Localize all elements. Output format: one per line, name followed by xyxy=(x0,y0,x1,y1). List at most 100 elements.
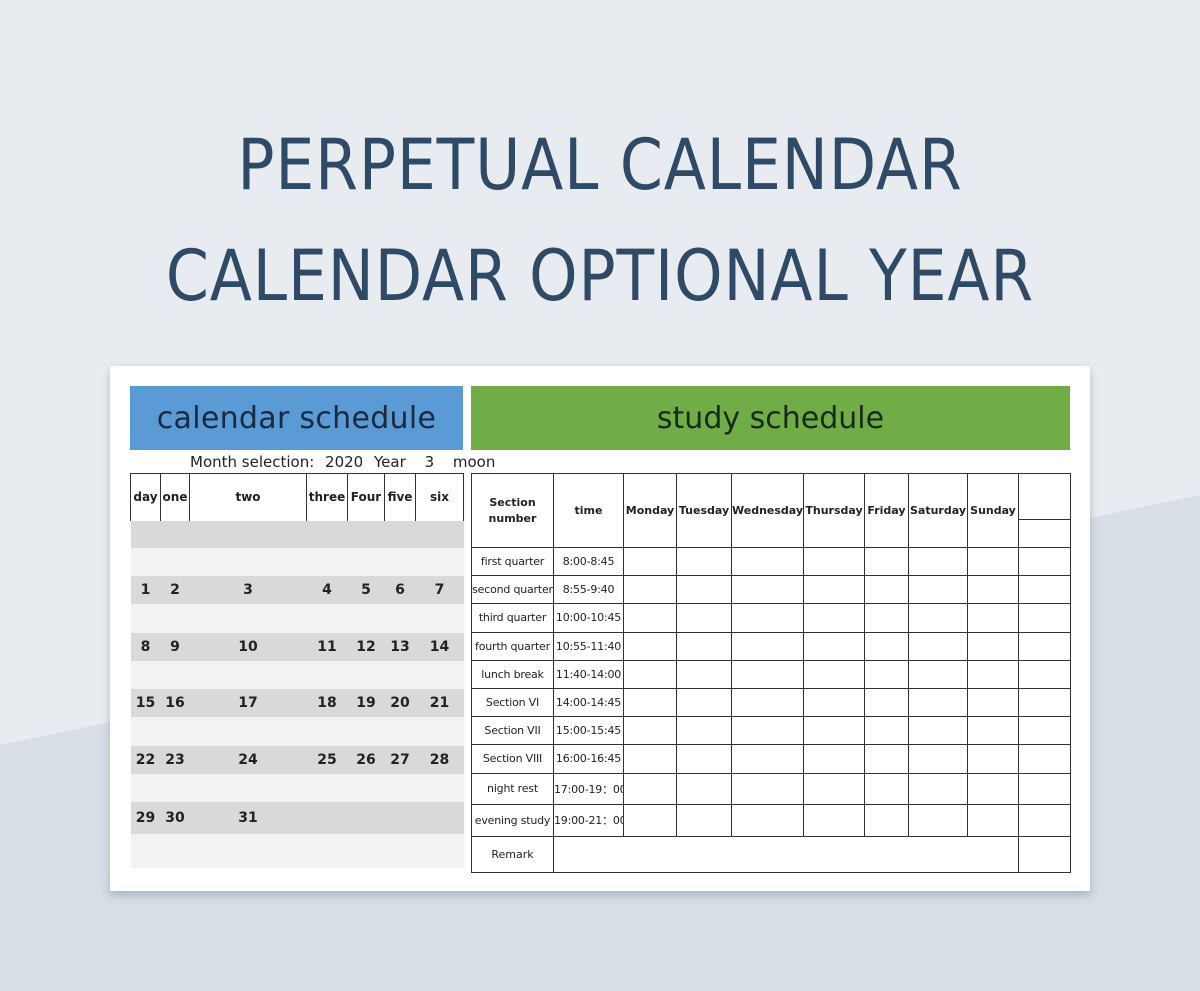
schedule-cell-extra[interactable] xyxy=(1018,716,1071,746)
schedule-cell-extra[interactable] xyxy=(1018,687,1071,718)
schedule-cell-tuesday[interactable] xyxy=(676,804,732,837)
calendar-day-cell[interactable]: 26 xyxy=(347,745,385,774)
calendar-day-cell[interactable]: 12 xyxy=(347,632,385,661)
schedule-cell-thursday[interactable] xyxy=(803,546,865,577)
extra-header-cell-top[interactable] xyxy=(1018,473,1071,520)
schedule-cell-tuesday[interactable] xyxy=(676,631,732,661)
calendar-day-cell[interactable] xyxy=(347,520,385,548)
schedule-cell-friday[interactable] xyxy=(864,804,909,837)
calendar-day-cell[interactable]: 3 xyxy=(189,576,307,604)
schedule-cell-saturday[interactable] xyxy=(908,603,968,633)
schedule-cell-sunday[interactable] xyxy=(967,744,1019,774)
schedule-cell-monday[interactable] xyxy=(623,687,677,718)
calendar-day-cell[interactable]: 4 xyxy=(306,576,348,604)
remark-extra-cell[interactable] xyxy=(1018,835,1071,873)
year-value[interactable]: 2020 xyxy=(325,453,363,471)
schedule-cell-saturday[interactable] xyxy=(908,575,968,605)
calendar-day-cell[interactable] xyxy=(384,520,416,548)
calendar-day-cell[interactable]: 20 xyxy=(384,689,416,717)
calendar-day-cell[interactable] xyxy=(415,802,464,834)
calendar-day-cell[interactable]: 17 xyxy=(189,689,307,717)
calendar-day-cell[interactable]: 27 xyxy=(384,745,416,774)
schedule-cell-saturday[interactable] xyxy=(908,631,968,661)
schedule-cell-tuesday[interactable] xyxy=(676,744,732,774)
schedule-cell-extra[interactable] xyxy=(1018,631,1071,661)
schedule-cell-wednesday[interactable] xyxy=(731,631,804,661)
schedule-cell-friday[interactable] xyxy=(864,716,909,746)
schedule-cell-thursday[interactable] xyxy=(803,575,865,605)
calendar-day-cell[interactable]: 7 xyxy=(415,576,464,604)
schedule-cell-saturday[interactable] xyxy=(908,687,968,718)
calendar-day-cell[interactable]: 23 xyxy=(160,745,190,774)
schedule-cell-monday[interactable] xyxy=(623,744,677,774)
calendar-day-cell[interactable]: 6 xyxy=(384,576,416,604)
schedule-cell-tuesday[interactable] xyxy=(676,546,732,577)
calendar-day-cell[interactable]: 10 xyxy=(189,632,307,661)
schedule-cell-tuesday[interactable] xyxy=(676,716,732,746)
schedule-cell-sunday[interactable] xyxy=(967,716,1019,746)
schedule-cell-friday[interactable] xyxy=(864,546,909,577)
schedule-cell-thursday[interactable] xyxy=(803,603,865,633)
schedule-cell-sunday[interactable] xyxy=(967,631,1019,661)
calendar-day-cell[interactable]: 2 xyxy=(160,576,190,604)
schedule-cell-wednesday[interactable] xyxy=(731,744,804,774)
schedule-cell-extra[interactable] xyxy=(1018,575,1071,605)
schedule-cell-extra[interactable] xyxy=(1018,744,1071,774)
extra-header-cell-bottom[interactable] xyxy=(1018,519,1071,548)
calendar-day-cell[interactable] xyxy=(130,520,161,548)
schedule-cell-monday[interactable] xyxy=(623,772,677,805)
schedule-cell-monday[interactable] xyxy=(623,546,677,577)
schedule-cell-sunday[interactable] xyxy=(967,546,1019,577)
calendar-day-cell[interactable]: 1 xyxy=(130,576,161,604)
schedule-cell-saturday[interactable] xyxy=(908,772,968,805)
schedule-cell-extra[interactable] xyxy=(1018,772,1071,805)
schedule-cell-sunday[interactable] xyxy=(967,575,1019,605)
schedule-cell-thursday[interactable] xyxy=(803,804,865,837)
schedule-cell-wednesday[interactable] xyxy=(731,659,804,689)
calendar-day-cell[interactable]: 18 xyxy=(306,689,348,717)
calendar-day-cell[interactable]: 11 xyxy=(306,632,348,661)
calendar-day-cell[interactable]: 15 xyxy=(130,689,161,717)
calendar-day-cell[interactable] xyxy=(160,520,190,548)
calendar-day-cell[interactable] xyxy=(189,520,307,548)
schedule-cell-sunday[interactable] xyxy=(967,687,1019,718)
calendar-day-cell[interactable] xyxy=(415,520,464,548)
schedule-cell-friday[interactable] xyxy=(864,603,909,633)
schedule-cell-thursday[interactable] xyxy=(803,772,865,805)
calendar-day-cell[interactable]: 13 xyxy=(384,632,416,661)
schedule-cell-tuesday[interactable] xyxy=(676,687,732,718)
schedule-cell-wednesday[interactable] xyxy=(731,716,804,746)
schedule-cell-sunday[interactable] xyxy=(967,804,1019,837)
schedule-cell-monday[interactable] xyxy=(623,575,677,605)
calendar-day-cell[interactable] xyxy=(306,520,348,548)
calendar-day-cell[interactable]: 31 xyxy=(189,802,307,834)
schedule-cell-saturday[interactable] xyxy=(908,804,968,837)
schedule-cell-thursday[interactable] xyxy=(803,631,865,661)
schedule-cell-sunday[interactable] xyxy=(967,603,1019,633)
calendar-day-cell[interactable]: 25 xyxy=(306,745,348,774)
schedule-cell-tuesday[interactable] xyxy=(676,603,732,633)
schedule-cell-sunday[interactable] xyxy=(967,772,1019,805)
schedule-cell-thursday[interactable] xyxy=(803,659,865,689)
schedule-cell-extra[interactable] xyxy=(1018,804,1071,837)
calendar-day-cell[interactable]: 22 xyxy=(130,745,161,774)
schedule-cell-saturday[interactable] xyxy=(908,546,968,577)
schedule-cell-tuesday[interactable] xyxy=(676,575,732,605)
schedule-cell-saturday[interactable] xyxy=(908,659,968,689)
schedule-cell-friday[interactable] xyxy=(864,631,909,661)
calendar-day-cell[interactable] xyxy=(347,802,385,834)
schedule-cell-wednesday[interactable] xyxy=(731,546,804,577)
calendar-day-cell[interactable]: 8 xyxy=(130,632,161,661)
schedule-cell-thursday[interactable] xyxy=(803,687,865,718)
schedule-cell-extra[interactable] xyxy=(1018,603,1071,633)
calendar-day-cell[interactable]: 24 xyxy=(189,745,307,774)
schedule-cell-wednesday[interactable] xyxy=(731,687,804,718)
schedule-cell-monday[interactable] xyxy=(623,659,677,689)
schedule-cell-tuesday[interactable] xyxy=(676,659,732,689)
calendar-day-cell[interactable]: 14 xyxy=(415,632,464,661)
schedule-cell-friday[interactable] xyxy=(864,744,909,774)
schedule-cell-friday[interactable] xyxy=(864,575,909,605)
schedule-cell-wednesday[interactable] xyxy=(731,575,804,605)
calendar-day-cell[interactable]: 19 xyxy=(347,689,385,717)
schedule-cell-monday[interactable] xyxy=(623,603,677,633)
